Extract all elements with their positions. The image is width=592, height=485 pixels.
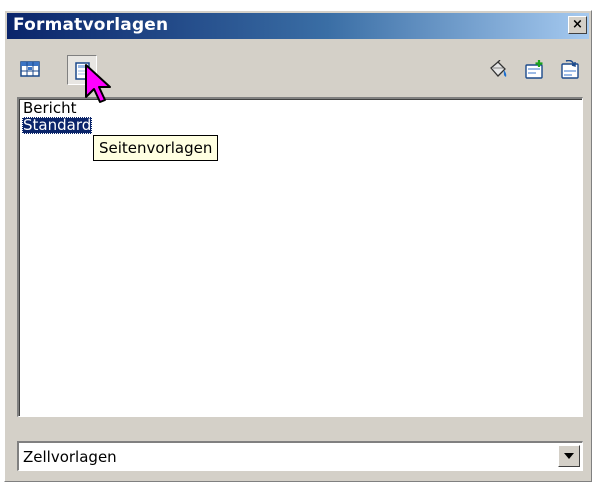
style-filter-value: Zellvorlagen	[23, 448, 117, 466]
chevron-down-icon	[564, 453, 574, 459]
list-item-bericht[interactable]: Bericht	[22, 100, 78, 117]
update-style-button[interactable]	[555, 55, 585, 85]
close-button[interactable]: ×	[568, 16, 587, 34]
update-style-icon	[561, 60, 579, 79]
close-icon: ×	[572, 17, 583, 32]
mouse-pointer-icon	[85, 64, 111, 103]
new-style-from-selection-icon	[525, 60, 543, 79]
tooltip: Seitenvorlagen	[93, 135, 219, 161]
dropdown-button[interactable]	[558, 445, 580, 467]
title-bar[interactable]: Formatvorlagen ×	[7, 13, 589, 39]
cell-styles-button[interactable]	[15, 55, 45, 85]
list-item-label: Bericht	[23, 99, 77, 117]
list-item-standard[interactable]: Standard	[22, 116, 93, 134]
tooltip-text: Seitenvorlagen	[99, 139, 213, 157]
cell-styles-icon	[20, 61, 40, 77]
fill-format-mode-icon	[490, 60, 507, 77]
fill-format-mode-button[interactable]	[483, 55, 513, 85]
list-item-label: Standard	[23, 116, 92, 134]
style-filter-combo[interactable]: Zellvorlagen	[17, 441, 583, 471]
window-title: Formatvorlagen	[13, 15, 169, 35]
new-style-from-selection-button[interactable]	[519, 55, 549, 85]
